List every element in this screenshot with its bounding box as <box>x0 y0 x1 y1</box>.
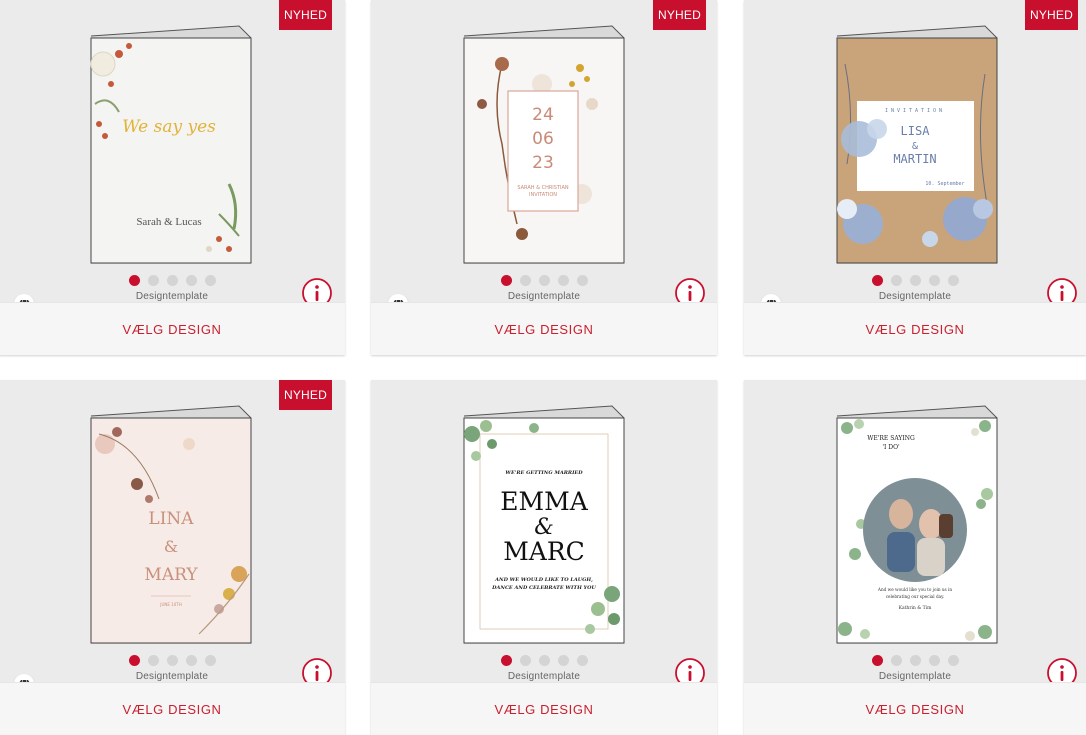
card-body2: celebrating our special day. <box>886 594 945 599</box>
card-script-title: We say yes <box>122 117 216 137</box>
carousel-dot[interactable] <box>576 275 588 286</box>
card-name2: MARY <box>144 565 198 585</box>
carousel-dot[interactable] <box>500 655 512 666</box>
carousel-dots <box>0 275 345 286</box>
carousel-dot[interactable] <box>500 275 512 286</box>
carousel-dot[interactable] <box>519 275 531 286</box>
card-line1: SARAH & CHRISTIAN <box>517 185 569 191</box>
choose-design-button[interactable]: VÆLG DESIGN <box>744 682 1086 735</box>
card-name1: EMMA <box>500 487 588 516</box>
product-preview[interactable]: NYHED INVITATION LISA & MARTIN 10. Septe… <box>744 0 1086 314</box>
carousel-dot[interactable] <box>909 655 921 666</box>
card-ampersand: & <box>164 537 178 556</box>
template-label: Designtemplate <box>135 291 209 302</box>
carousel-dot[interactable] <box>909 275 921 286</box>
carousel-dot[interactable] <box>147 275 159 286</box>
product-tile[interactable]: WE'RE GETTING MARRIED EMMA & MARC AND WE… <box>371 380 717 735</box>
new-badge: NYHED <box>1025 0 1078 30</box>
card-thumbnail[interactable]: WE'RE GETTING MARRIED EMMA & MARC AND WE… <box>462 404 626 644</box>
card-year: 23 <box>532 153 554 173</box>
carousel-dot[interactable] <box>871 275 883 286</box>
card-heading: INVITATION <box>885 108 945 114</box>
new-badge: NYHED <box>279 0 332 30</box>
choose-design-button[interactable]: VÆLG DESIGN <box>371 302 717 355</box>
product-preview[interactable]: WE'RE SAYING 'I DO' And we would like yo… <box>744 380 1086 688</box>
card-names: Sarah & Lucas <box>136 216 201 228</box>
card-heading2: 'I DO' <box>882 444 900 451</box>
carousel-dot[interactable] <box>947 655 959 666</box>
template-label: Designtemplate <box>507 671 581 682</box>
card-date: JUNE 10TH <box>159 602 181 607</box>
template-label: Designtemplate <box>878 671 952 682</box>
carousel-dots <box>744 655 1086 666</box>
template-label: Designtemplate <box>135 671 209 682</box>
choose-design-button[interactable]: VÆLG DESIGN <box>744 302 1086 355</box>
template-label: Designtemplate <box>507 291 581 302</box>
product-preview[interactable]: NYHED We say yes Sarah & Lucas Designtem… <box>0 0 345 314</box>
card-body1: And we would like you to join us in <box>877 587 952 592</box>
card-day: 24 <box>532 105 554 125</box>
template-label: Designtemplate <box>878 291 952 302</box>
card-outro1: AND WE WOULD LIKE TO LAUGH, <box>494 577 593 583</box>
carousel-dots <box>0 655 345 666</box>
product-tile[interactable]: NYHED 24 06 23 SARAH & CHRISTIAN INVITAT… <box>371 0 717 355</box>
product-preview[interactable]: WE'RE GETTING MARRIED EMMA & MARC AND WE… <box>371 380 717 688</box>
carousel-dot[interactable] <box>947 275 959 286</box>
carousel-dot[interactable] <box>928 655 940 666</box>
card-outro2: DANCE AND CELEBRATE WITH YOU <box>491 585 596 591</box>
carousel-dot[interactable] <box>185 275 197 286</box>
card-ampersand: & <box>912 141 918 152</box>
carousel-dot[interactable] <box>557 275 569 286</box>
card-thumbnail[interactable]: LINA & MARY JUNE 10TH <box>89 404 253 644</box>
carousel-dot[interactable] <box>204 275 216 286</box>
new-badge: NYHED <box>279 380 332 410</box>
card-thumbnail[interactable]: INVITATION LISA & MARTIN 10. September <box>835 24 999 264</box>
carousel-dot[interactable] <box>928 275 940 286</box>
card-month: 06 <box>532 129 554 149</box>
card-intro: WE'RE GETTING MARRIED <box>505 470 583 476</box>
card-thumbnail[interactable]: WE'RE SAYING 'I DO' And we would like yo… <box>835 404 999 644</box>
carousel-dot[interactable] <box>871 655 883 666</box>
carousel-dot[interactable] <box>538 655 550 666</box>
card-names: Kathrin & Tim <box>899 605 933 611</box>
product-tile[interactable]: NYHED INVITATION LISA & MARTIN 10. Septe… <box>744 0 1086 355</box>
carousel-dot[interactable] <box>890 655 902 666</box>
new-badge: NYHED <box>653 0 706 30</box>
product-tile[interactable]: WE'RE SAYING 'I DO' And we would like yo… <box>744 380 1086 735</box>
carousel-dot[interactable] <box>166 275 178 286</box>
card-name2: MARTIN <box>893 152 936 166</box>
card-thumbnail[interactable]: We say yes Sarah & Lucas <box>89 24 253 264</box>
card-name1: LISA <box>901 124 931 138</box>
carousel-dots <box>371 275 717 286</box>
choose-design-button[interactable]: VÆLG DESIGN <box>0 682 345 735</box>
carousel-dot[interactable] <box>128 275 140 286</box>
card-date: 10. September <box>925 181 964 187</box>
carousel-dot[interactable] <box>128 655 140 666</box>
card-name1: LINA <box>148 509 194 529</box>
product-tile[interactable]: NYHED We say yes Sarah & Lucas Designtem… <box>0 0 345 355</box>
card-name2: MARC <box>503 537 585 566</box>
carousel-dot[interactable] <box>147 655 159 666</box>
carousel-dot[interactable] <box>519 655 531 666</box>
card-thumbnail[interactable]: 24 06 23 SARAH & CHRISTIAN INVITATION <box>462 24 626 264</box>
choose-design-button[interactable]: VÆLG DESIGN <box>0 302 345 355</box>
carousel-dot[interactable] <box>890 275 902 286</box>
product-preview[interactable]: NYHED 24 06 23 SARAH & CHRISTIAN INVITAT… <box>371 0 717 314</box>
carousel-dots <box>744 275 1086 286</box>
carousel-dot[interactable] <box>538 275 550 286</box>
carousel-dot[interactable] <box>204 655 216 666</box>
carousel-dot[interactable] <box>576 655 588 666</box>
carousel-dot[interactable] <box>166 655 178 666</box>
product-tile[interactable]: NYHED LINA & MARY JUNE 10TH Designtempla… <box>0 380 345 735</box>
choose-design-button[interactable]: VÆLG DESIGN <box>371 682 717 735</box>
card-heading1: WE'RE SAYING <box>867 435 915 442</box>
product-preview[interactable]: NYHED LINA & MARY JUNE 10TH Designtempla… <box>0 380 345 694</box>
carousel-dot[interactable] <box>185 655 197 666</box>
carousel-dot[interactable] <box>557 655 569 666</box>
carousel-dots <box>371 655 717 666</box>
card-line2: INVITATION <box>529 192 557 198</box>
